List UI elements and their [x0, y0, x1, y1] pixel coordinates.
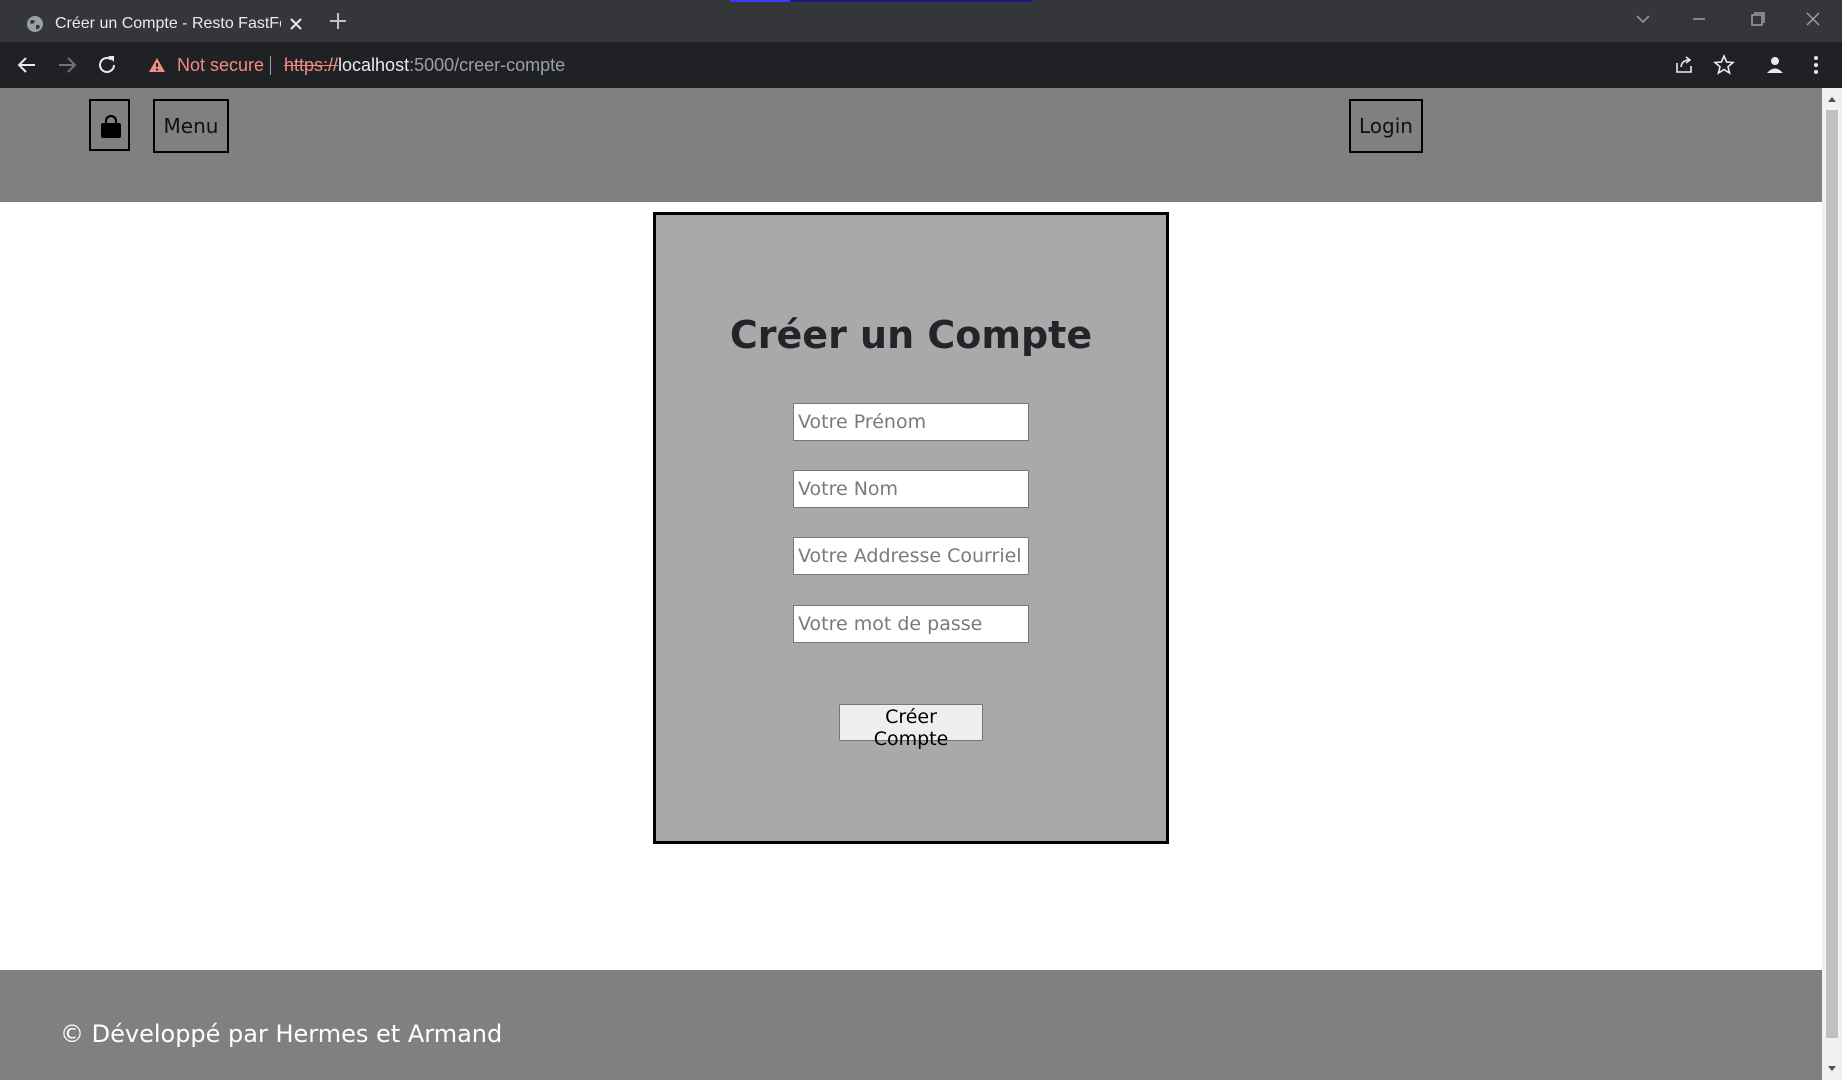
page-title: Créer un Compte — [729, 313, 1093, 357]
browser-tab-active[interactable]: Créer un Compte - Resto FastFoo — [8, 6, 310, 42]
browser-tab-strip: Créer un Compte - Resto FastFoo — [0, 0, 1842, 42]
window-close-icon[interactable] — [1800, 8, 1826, 30]
address-bar[interactable]: Not secure https://localhost:5000/creer-… — [136, 47, 1735, 83]
close-icon[interactable] — [288, 16, 304, 32]
reload-icon[interactable] — [95, 53, 119, 77]
tab-title: Créer un Compte - Resto FastFoo — [55, 15, 281, 32]
share-icon[interactable] — [1672, 53, 1696, 77]
first-name-field[interactable] — [793, 403, 1029, 441]
create-account-form: Créer un Compte Créer Compte — [653, 212, 1169, 844]
last-name-field[interactable] — [793, 470, 1029, 508]
site-footer: © Développé par Hermes et Armand — [0, 970, 1822, 1080]
tab-loading-indicator-accent — [730, 0, 790, 2]
star-icon[interactable] — [1712, 53, 1736, 77]
site-header: Menu Login — [0, 88, 1822, 202]
url-path: :5000/creer-compte — [409, 55, 566, 75]
footer-copyright: © Développé par Hermes et Armand — [60, 1020, 503, 1048]
warning-icon[interactable] — [148, 57, 166, 73]
back-icon[interactable] — [15, 53, 39, 77]
tab-search-chevron-icon[interactable] — [1630, 8, 1656, 30]
profile-icon[interactable] — [1763, 53, 1787, 77]
minimize-icon[interactable] — [1686, 8, 1712, 30]
scrollbar-thumb[interactable] — [1826, 110, 1838, 1038]
cart-button[interactable] — [89, 99, 130, 151]
page-viewport: Menu Login Créer un Compte Créer Compte … — [0, 88, 1822, 1080]
scroll-down-arrow-icon[interactable] — [1826, 1064, 1838, 1074]
restore-icon[interactable] — [1744, 8, 1770, 30]
password-field[interactable] — [793, 605, 1029, 643]
forward-icon[interactable] — [55, 53, 79, 77]
menu-button[interactable]: Menu — [153, 99, 229, 153]
tab-loading-indicator — [730, 0, 1032, 2]
page-scrollbar[interactable] — [1822, 88, 1842, 1080]
plus-icon[interactable] — [327, 10, 349, 32]
email-field[interactable] — [793, 537, 1029, 575]
address-separator — [270, 56, 271, 75]
kebab-menu-icon[interactable] — [1804, 53, 1828, 77]
url-host: localhost — [338, 55, 410, 75]
url-text[interactable]: https://localhost:5000/creer-compte — [284, 55, 565, 76]
browser-toolbar: Not secure https://localhost:5000/creer-… — [0, 42, 1842, 88]
shopping-bag-icon — [101, 115, 121, 138]
scroll-up-arrow-icon[interactable] — [1826, 94, 1838, 104]
login-button[interactable]: Login — [1349, 99, 1423, 153]
security-status-label[interactable]: Not secure — [177, 55, 264, 76]
create-account-button[interactable]: Créer Compte — [839, 704, 983, 750]
globe-icon — [27, 16, 43, 32]
url-scheme: https:// — [284, 55, 339, 75]
